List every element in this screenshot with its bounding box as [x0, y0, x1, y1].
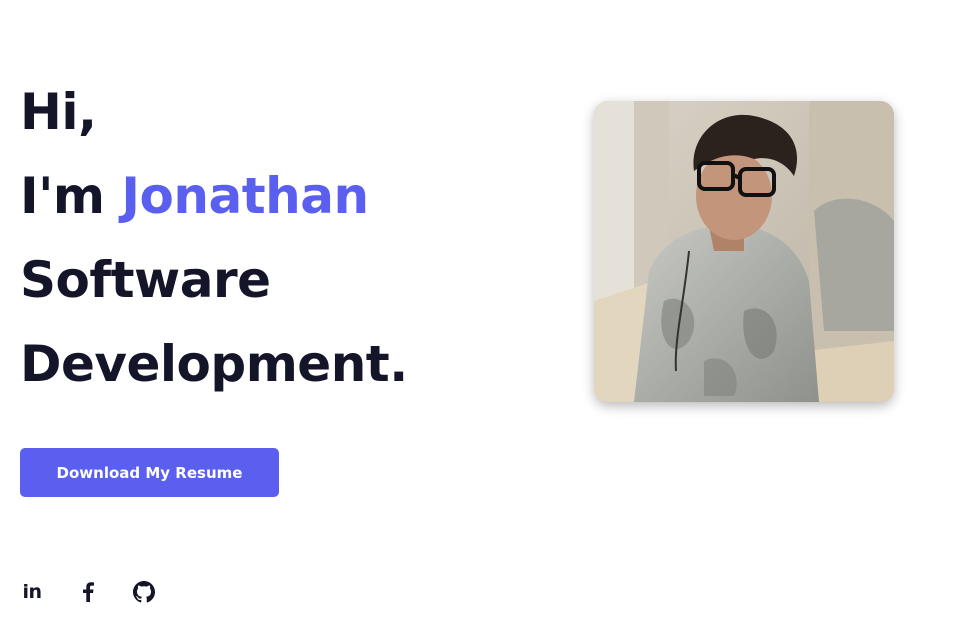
- facebook-link[interactable]: [76, 580, 100, 604]
- github-link[interactable]: [132, 580, 156, 604]
- social-links: in: [20, 580, 188, 604]
- greeting-line: Hi,: [20, 83, 97, 141]
- github-icon: [133, 581, 155, 603]
- facebook-icon: [83, 582, 94, 602]
- intro-line: I'm Jonathan: [20, 154, 490, 238]
- name-highlight: Jonathan: [121, 167, 369, 225]
- linkedin-icon: in: [22, 581, 42, 603]
- download-resume-button[interactable]: Download My Resume: [20, 448, 279, 497]
- intro-prefix: I'm: [20, 167, 122, 225]
- role-line-2: Development.: [20, 335, 408, 393]
- linkedin-link[interactable]: in: [20, 580, 44, 604]
- profile-photo: [594, 101, 894, 402]
- role-line-1: Software: [20, 251, 271, 309]
- hero-heading: Hi, I'm Jonathan Software Development.: [20, 70, 490, 406]
